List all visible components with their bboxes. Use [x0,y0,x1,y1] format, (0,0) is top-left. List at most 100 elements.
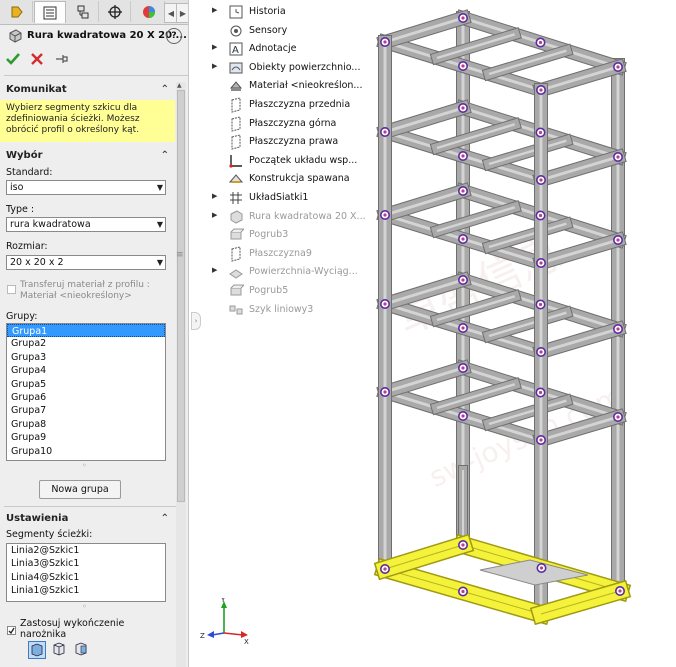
expand-arrow-icon[interactable]: ▶ [212,6,217,14]
path-segment-item[interactable]: Linia3@Szkic1 [7,557,165,570]
feature-title: Rura kwadratowa 20 X 20 ... [27,30,187,41]
standard-select[interactable]: iso ▼ [6,180,166,195]
path-segment-item[interactable]: Linia2@Szkic1 [7,544,165,557]
selection-section: Wybór ⌃ Standard: iso ▼ Type : rura kwadra… [0,148,175,503]
collapse-chevron-icon[interactable]: ⌃ [161,511,169,527]
path-segment-item[interactable]: Linia4@Szkic1 [7,571,165,584]
transfer-material-checkbox[interactable] [7,285,16,294]
tree-item[interactable]: ▶ Historia [212,3,382,21]
joint-marker-dot [538,390,543,395]
checkmark-icon [8,627,15,634]
tree-item[interactable]: Pogrub5 [212,282,382,300]
settings-section-header[interactable]: Ustawienia ⌃ [0,511,175,527]
groups-list[interactable]: Grupa1 Grupa2 Grupa3 Grupa4 Grupa5 Grupa6 Grup… [6,323,166,461]
beam-highlight [488,139,567,166]
selection-section-header[interactable]: Wybór ⌃ [0,148,175,164]
selected-base-frame[interactable] [373,533,632,626]
joint-marker-dot [539,261,543,265]
joint-marker-dot [616,415,620,419]
resize-handle-icon[interactable]: ◦ [82,461,87,470]
joint-marker-dot [461,278,465,282]
tree-item[interactable]: Płaszczyzna9 [212,245,382,263]
cancel-x-icon[interactable] [30,52,44,66]
tree-item-label: Konstrukcja spawana [249,173,350,185]
tree-item[interactable]: Sensory [212,22,382,40]
group-item[interactable]: Grupa4 [7,364,165,377]
group-item[interactable]: Grupa10 [7,445,165,458]
plane-icon [231,246,241,262]
end-butt2-button[interactable] [73,641,91,659]
tab-property-manager[interactable] [34,1,66,23]
tree-item-label: Rura kwadratowa 20 X... [249,210,366,222]
path-segments-list[interactable]: Linia2@Szkic1 Linia3@Szkic1 Linia4@Szkic1 L… [6,543,166,602]
joint-marker-dot [538,40,543,45]
tree-item[interactable]: Początek układu wsp... [212,152,382,170]
collapse-chevron-icon[interactable]: ⌃ [161,82,169,98]
panel-scrollbar[interactable]: ▲ [176,82,186,667]
grid-icon [230,192,242,204]
collapse-chevron-icon[interactable]: ⌃ [161,148,169,164]
beam-highlight [540,327,619,354]
joint-marker-dot [383,567,387,571]
resize-handle-icon[interactable]: ◦ [82,602,87,611]
tabs-scroll-right[interactable]: ▶ [176,3,188,23]
message-section-header[interactable]: Komunikat ⌃ [0,82,175,98]
beam-highlight [540,238,619,265]
group-item[interactable]: Grupa7 [7,404,165,417]
tree-item[interactable]: ▶ Rura kwadratowa 20 X... [212,208,382,226]
splitter-grip-icon[interactable]: ≡ [176,250,184,264]
scroll-up-icon[interactable]: ▲ [177,82,182,89]
joint-marker-dot [461,589,465,594]
expand-arrow-icon[interactable]: ▶ [212,192,217,200]
new-group-button[interactable]: Nowa grupa [39,480,121,499]
tree-item[interactable]: Materiał <nieokreślon... [212,77,382,95]
tree-item-label: Płaszczyzna9 [249,247,312,259]
group-item[interactable]: Grupa2 [7,337,165,350]
tree-item[interactable]: ▶ Powierzchnia-Wyciąg... [212,263,382,281]
tree-item[interactable]: Płaszczyzna prawa [212,133,382,151]
extruded-surface-icon [229,269,243,279]
tree-item[interactable]: ▶ Obiekty powierzchnio... [212,59,382,77]
beam-highlight [384,278,464,306]
dropdown-arrow-icon: ▼ [156,220,163,229]
history-icon [229,5,243,19]
tree-item[interactable]: ▶ UkładSiatki1 [212,189,382,207]
group-item[interactable]: Grupa5 [7,378,165,391]
manager-tabs: ◀ ▶ [0,0,188,25]
plane-icon [231,134,241,150]
ok-check-icon[interactable] [6,52,20,66]
type-select[interactable]: rura kwadratowa ▼ [6,217,166,232]
tree-item[interactable]: Szyk liniowy3 [212,301,382,319]
joint-marker-dot [383,302,387,306]
end-butt1-button[interactable] [51,641,69,659]
group-item[interactable]: Grupa3 [7,351,165,364]
pushpin-icon[interactable] [54,52,68,66]
size-select[interactable]: 20 x 20 x 2 ▼ [6,255,166,270]
tree-item[interactable]: Konstrukcja spawana [212,170,382,188]
y-axis-label: Y [220,598,226,604]
tab-configuration-manager[interactable] [68,1,99,22]
tab-feature-manager[interactable] [2,1,33,22]
tab-dimxpert-manager[interactable] [100,1,131,22]
help-icon[interactable]: ? [166,28,182,44]
beam-highlight [436,206,516,233]
scrollbar-thumb[interactable] [177,90,185,502]
group-item[interactable]: Grupa9 [7,431,165,444]
tree-item[interactable]: Płaszczyzna przednia [212,96,382,114]
tree-item[interactable]: Pogrub3 [212,226,382,244]
group-item[interactable]: Grupa1 [7,324,165,338]
group-item[interactable]: Grupa8 [7,418,165,431]
expand-arrow-icon[interactable]: ▶ [212,266,217,274]
end-trim-button[interactable] [28,641,46,659]
end-butt1-icon [53,642,65,656]
tree-item[interactable]: ▶ A Adnotacje [212,40,382,58]
group-item[interactable]: Grupa6 [7,391,165,404]
expand-arrow-icon[interactable]: ▶ [212,43,217,51]
beam-highlight [384,16,464,44]
path-segment-item[interactable]: Linia1@Szkic1 [7,584,165,597]
corner-treatment-checkbox[interactable] [7,626,16,635]
expand-arrow-icon[interactable]: ▶ [212,211,217,219]
tree-item[interactable]: Płaszczyzna górna [212,115,382,133]
expand-arrow-icon[interactable]: ▶ [212,62,217,70]
tab-display-manager[interactable] [134,1,165,22]
